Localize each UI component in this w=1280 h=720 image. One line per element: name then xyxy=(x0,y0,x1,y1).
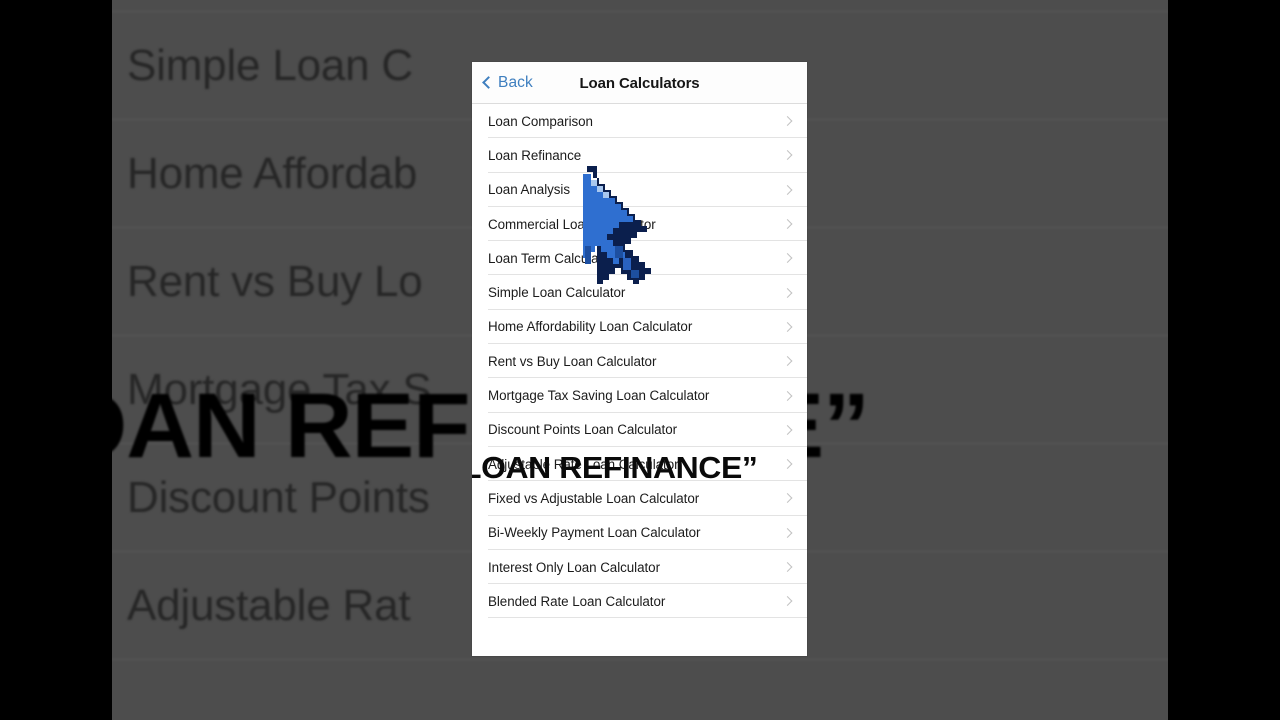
list-item-label: Commercial Loan Calculator xyxy=(488,216,656,232)
list-item[interactable]: Loan Comparison xyxy=(472,104,807,139)
list-item-label: Loan Comparison xyxy=(488,113,593,129)
letterbox-bar-left xyxy=(0,0,112,720)
chevron-right-icon xyxy=(782,321,793,332)
list-item[interactable]: Discount Points Loan Calculator xyxy=(472,412,807,448)
chevron-right-icon xyxy=(782,527,793,538)
list-item[interactable]: Adjustable Rate Loan Calculator xyxy=(472,446,807,482)
list-item[interactable]: Loan Refinance xyxy=(472,138,807,173)
list-item-label: Loan Analysis xyxy=(488,182,570,198)
list-item[interactable]: Loan Analysis xyxy=(472,172,807,208)
list-item-label: Interest Only Loan Calculator xyxy=(488,559,660,575)
list-item[interactable]: Loan Term Calculator xyxy=(472,241,807,276)
calculator-list: Loan Comparison Loan Refinance Loan Anal… xyxy=(472,104,807,656)
background-row-label: Rent vs Buy Lo xyxy=(127,256,423,306)
list-item-label: Adjustable Rate Loan Calculator xyxy=(488,456,679,472)
chevron-right-icon xyxy=(782,150,793,161)
list-item[interactable]: Blended Rate Loan Calculator xyxy=(472,584,807,619)
chevron-right-icon xyxy=(782,253,793,264)
list-item-label: Loan Term Calculator xyxy=(488,250,615,266)
screen-root: Loan Term Cal › Simple Loan C › Home Aff… xyxy=(0,0,1280,720)
chevron-right-icon xyxy=(782,562,793,572)
list-item[interactable]: Simple Loan Calculator xyxy=(472,275,807,311)
phone-screen-panel: Back Loan Calculators Loan Comparison Lo… xyxy=(472,62,807,656)
list-item-label: Discount Points Loan Calculator xyxy=(488,422,677,438)
chevron-right-icon xyxy=(782,116,793,127)
background-row-label: Adjustable Rat xyxy=(127,580,411,630)
list-item-label: Simple Loan Calculator xyxy=(488,285,626,301)
letterbox-bar-right xyxy=(1168,0,1280,720)
background-row-label: Home Affordab xyxy=(127,148,418,198)
background-row: Loan Term Cal › xyxy=(112,0,1168,12)
list-item[interactable]: Rent vs Buy Loan Calculator xyxy=(472,344,807,379)
list-item[interactable]: Mortgage Tax Saving Loan Calculator xyxy=(472,378,807,413)
background-row-label: Discount Points xyxy=(127,472,430,522)
navigation-bar: Back Loan Calculators xyxy=(472,62,807,104)
chevron-right-icon xyxy=(782,424,793,435)
chevron-right-icon xyxy=(782,287,793,298)
background-row-label: Simple Loan C xyxy=(127,40,413,90)
list-item-label: Blended Rate Loan Calculator xyxy=(488,593,666,609)
list-item[interactable]: Interest Only Loan Calculator xyxy=(472,549,807,585)
list-item[interactable]: Bi-Weekly Payment Loan Calculator xyxy=(472,515,807,551)
list-item-label: Mortgage Tax Saving Loan Calculator xyxy=(488,388,710,404)
chevron-right-icon xyxy=(782,390,793,401)
chevron-right-icon xyxy=(782,356,793,367)
chevron-right-icon xyxy=(782,596,793,607)
chevron-right-icon xyxy=(782,184,793,195)
list-item-label: Fixed vs Adjustable Loan Calculator xyxy=(488,490,700,506)
list-empty-tail xyxy=(472,618,807,656)
list-item[interactable]: Commercial Loan Calculator xyxy=(472,206,807,242)
list-item[interactable]: Fixed vs Adjustable Loan Calculator xyxy=(472,481,807,516)
page-title: Loan Calculators xyxy=(579,74,700,92)
list-item-label: Bi-Weekly Payment Loan Calculator xyxy=(488,525,701,541)
chevron-right-icon xyxy=(782,219,793,229)
list-item-label: Rent vs Buy Loan Calculator xyxy=(488,353,657,369)
list-item[interactable]: Home Affordability Loan Calculator xyxy=(472,309,807,345)
chevron-right-icon xyxy=(782,493,793,504)
list-item-label: Home Affordability Loan Calculator xyxy=(488,319,693,335)
list-item-label: Loan Refinance xyxy=(488,147,582,163)
chevron-right-icon xyxy=(782,459,793,470)
